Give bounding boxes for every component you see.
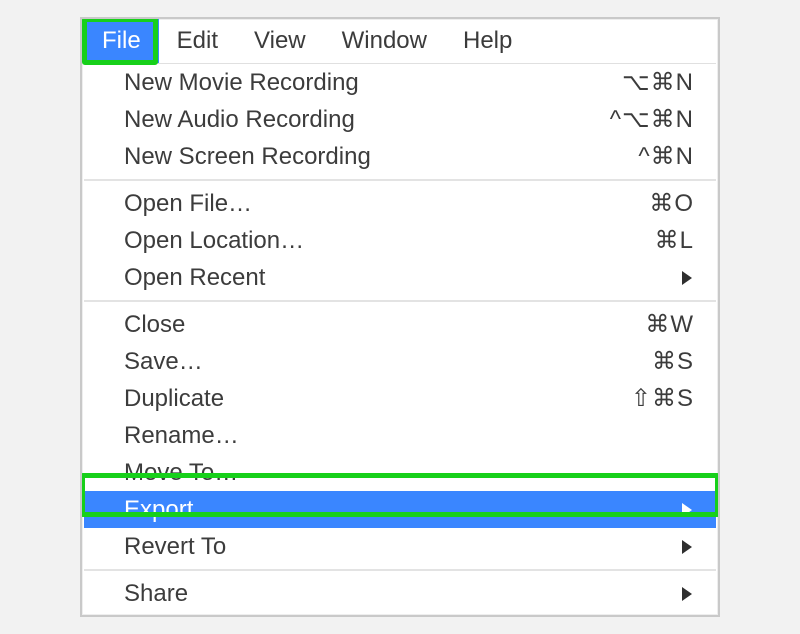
menu-item-label: Close	[124, 311, 645, 339]
menu-item-shortcut: ^⌥⌘N	[610, 105, 694, 134]
menubar-item-label: View	[254, 27, 306, 55]
menu-item-rename[interactable]: Rename…	[84, 417, 716, 454]
menu-item-label: Open Recent	[124, 264, 680, 292]
menu-item-move-to[interactable]: Move To…	[84, 454, 716, 491]
menubar-item-file[interactable]: File	[84, 19, 159, 63]
menu-item-share[interactable]: Share	[84, 575, 716, 612]
menu-item-duplicate[interactable]: Duplicate ⇧⌘S	[84, 380, 716, 417]
menu-item-label: New Screen Recording	[124, 143, 638, 171]
menu-item-new-audio-recording[interactable]: New Audio Recording ^⌥⌘N	[84, 101, 716, 138]
menu-item-shortcut: ⌘S	[652, 347, 694, 376]
submenu-arrow-icon	[680, 502, 694, 518]
menubar-item-label: Edit	[177, 27, 218, 55]
submenu-arrow-icon	[680, 270, 694, 286]
menu-item-shortcut: ⌘O	[649, 189, 694, 218]
menubar-item-view[interactable]: View	[236, 19, 324, 63]
window-frame: File Edit View Window Help New Movie Rec…	[80, 17, 720, 617]
menu-item-revert-to[interactable]: Revert To	[84, 528, 716, 565]
menu-item-open-recent[interactable]: Open Recent	[84, 259, 716, 296]
menu-divider	[84, 569, 716, 571]
menu-item-shortcut: ⌥⌘N	[622, 68, 694, 97]
menu-item-label: Revert To	[124, 533, 680, 561]
menubar-item-edit[interactable]: Edit	[159, 19, 236, 63]
menu-item-open-location[interactable]: Open Location… ⌘L	[84, 222, 716, 259]
menu-item-new-screen-recording[interactable]: New Screen Recording ^⌘N	[84, 138, 716, 175]
menubar-item-label: Help	[463, 27, 512, 55]
menu-item-label: Open Location…	[124, 227, 655, 255]
menu-item-label: New Movie Recording	[124, 69, 622, 97]
menubar: File Edit View Window Help	[82, 19, 718, 63]
menu-divider	[84, 179, 716, 181]
menubar-item-label: File	[102, 27, 141, 55]
menu-item-shortcut: ⇧⌘S	[631, 384, 694, 413]
file-menu-dropdown: New Movie Recording ⌥⌘N New Audio Record…	[84, 63, 716, 612]
submenu-arrow-icon	[680, 539, 694, 555]
menu-item-open-file[interactable]: Open File… ⌘O	[84, 185, 716, 222]
menu-item-label: New Audio Recording	[124, 106, 610, 134]
menu-divider	[84, 300, 716, 302]
menubar-item-window[interactable]: Window	[324, 19, 445, 63]
menu-item-export[interactable]: Export	[84, 491, 716, 528]
menu-item-shortcut: ⌘W	[645, 310, 694, 339]
menubar-item-help[interactable]: Help	[445, 19, 530, 63]
menu-item-label: Share	[124, 580, 680, 608]
menu-item-label: Move To…	[124, 459, 694, 487]
menu-item-label: Duplicate	[124, 385, 631, 413]
menu-item-close[interactable]: Close ⌘W	[84, 306, 716, 343]
menu-item-label: Open File…	[124, 190, 649, 218]
menu-item-new-movie-recording[interactable]: New Movie Recording ⌥⌘N	[84, 64, 716, 101]
menu-item-label: Save…	[124, 348, 652, 376]
submenu-arrow-icon	[680, 586, 694, 602]
menu-item-label: Export	[124, 496, 680, 524]
menu-item-save[interactable]: Save… ⌘S	[84, 343, 716, 380]
menu-item-label: Rename…	[124, 422, 694, 450]
menubar-item-label: Window	[342, 27, 427, 55]
menu-item-shortcut: ^⌘N	[638, 142, 694, 171]
menu-item-shortcut: ⌘L	[655, 226, 694, 255]
